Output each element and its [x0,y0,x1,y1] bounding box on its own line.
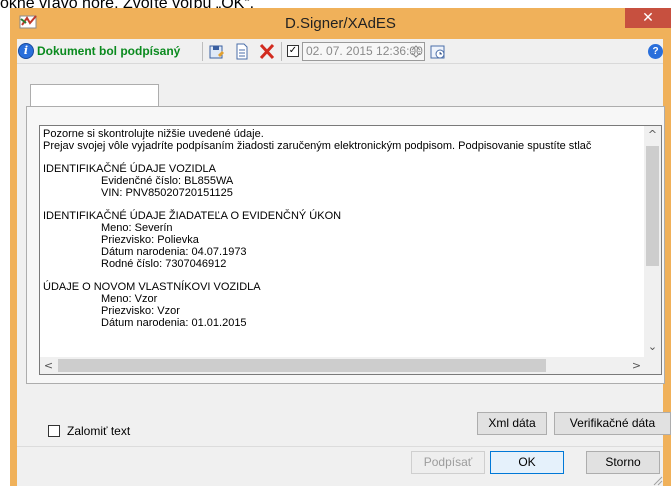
wrap-text-label: Zalomiť text [67,424,131,438]
calendar-icon[interactable] [429,43,447,60]
scroll-down-icon[interactable]: ⌄ [644,340,661,353]
help-icon[interactable]: ? [648,44,663,59]
signer-window: D.Signer/XAdES ✕ i Dokument bol podpísan… [10,8,671,486]
text-line: Dátum narodenia: 01.01.2015 [101,317,247,329]
text-line: Meno: Vzor [101,293,158,305]
save-icon[interactable] [208,43,226,60]
vertical-scrollbar[interactable]: ^ ⌄ [644,126,661,358]
section-heading: ÚDAJE O NOVOM VLASTNÍKOVI VOZIDLA [43,281,261,293]
xml-data-button[interactable]: Xml dáta [477,412,547,435]
horizontal-scroll-thumb[interactable] [58,359,546,372]
spinner-icon[interactable] [410,45,422,58]
text-line: Prejav svojej vôle vyjadríte podpísaním … [43,140,592,152]
vertical-scroll-thumb[interactable] [646,146,659,266]
text-line: Rodné číslo: 7307046912 [101,258,227,270]
timestamp-checkbox[interactable]: ✓ [287,45,299,57]
timestamp-field[interactable]: 02. 07. 2015 12:36:00 [302,42,425,61]
wrap-text-option[interactable]: Zalomiť text [48,424,130,438]
text-line: Meno: Severín [101,222,173,234]
text-line: Priezvisko: Polievka [101,234,199,246]
delete-icon[interactable] [258,43,276,60]
text-line: Priezvisko: Vzor [101,305,180,317]
document-icon[interactable] [233,43,251,60]
document-textbox[interactable]: Pozorne si skontrolujte nižšie uvedené ú… [39,125,662,375]
horizontal-scrollbar[interactable]: < > [40,357,645,374]
scroll-left-icon[interactable]: < [40,359,57,372]
toolbar: i Dokument bol podpísaný ✓ 02. 07. 2015 … [17,39,663,64]
scroll-right-icon[interactable]: > [628,359,645,372]
text-line: Evidenčné číslo: BL855WA [101,175,234,187]
section-heading: IDENTIFIKAČNÉ ÚDAJE ŽIADATEĽA O EVIDENČN… [43,210,342,222]
dialog-client: i Dokument bol podpísaný ✓ 02. 07. 2015 … [17,39,671,486]
scroll-corner [644,357,661,374]
scroll-up-icon[interactable]: ^ [644,128,661,141]
section-heading: IDENTIFIKAČNÉ ÚDAJE VOZIDLA [43,163,216,175]
sign-button[interactable]: Podpísať [411,451,485,474]
title-bar[interactable]: D.Signer/XAdES ✕ [10,8,671,39]
text-line: Pozorne si skontrolujte nižšie uvedené ú… [43,128,264,140]
window-title: D.Signer/XAdES [285,15,396,32]
status-area: i Dokument bol podpísaný [18,42,180,60]
close-button[interactable]: ✕ [625,8,671,28]
resize-grip-icon[interactable] [651,474,663,486]
button-bar [17,446,663,486]
text-line: VIN: PNV85020720151125 [101,187,233,199]
tab-strip [17,84,663,109]
info-icon: i [18,43,34,59]
text-line: Dátum narodenia: 04.07.1973 [101,246,247,258]
document-text: Pozorne si skontrolujte nižšie uvedené ú… [43,128,647,358]
toolbar-separator [281,42,282,61]
ok-button[interactable]: OK [490,451,564,474]
status-text: Dokument bol podpísaný [37,44,181,58]
timestamp-value: 02. 07. 2015 12:36:00 [306,44,423,58]
verification-data-button[interactable]: Verifikačné dáta [554,412,671,435]
cancel-button[interactable]: Storno [586,451,660,474]
content-panel: Pozorne si skontrolujte nižšie uvedené ú… [26,106,665,384]
wrap-text-checkbox[interactable] [48,425,60,437]
toolbar-separator [202,42,203,61]
